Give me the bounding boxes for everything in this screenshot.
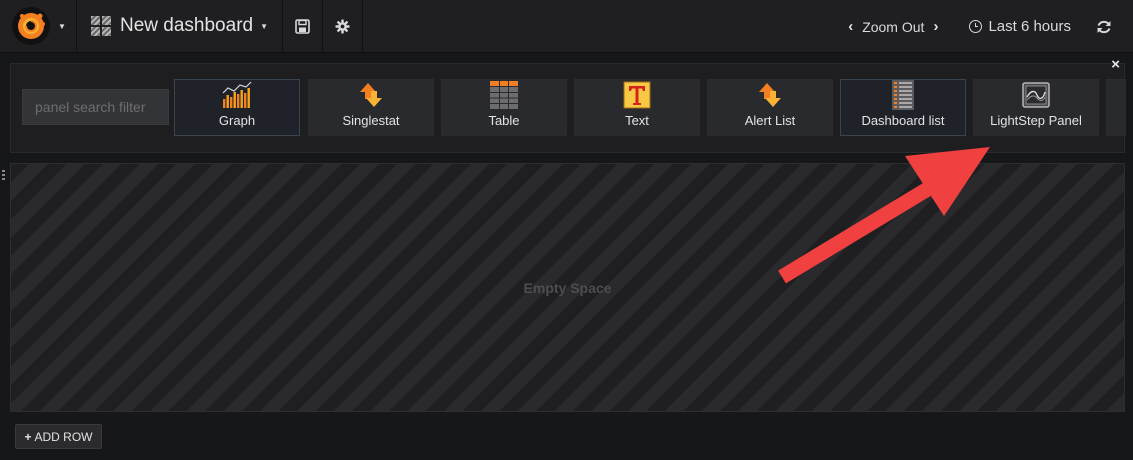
- singlestat-icon: [356, 81, 386, 109]
- panel-card-label: Dashboard list: [861, 113, 945, 128]
- panel-card-alert-list[interactable]: Alert List: [707, 79, 833, 136]
- lightstep-icon: [1021, 81, 1051, 109]
- panel-card-label: Text: [625, 113, 649, 128]
- dashboard-grid-icon: [91, 16, 111, 36]
- panel-card-label: LightStep Panel: [990, 113, 1082, 128]
- chevron-down-icon: ▼: [58, 21, 66, 31]
- panel-card-label: Alert List: [744, 113, 796, 128]
- panel-card-dashboard-list[interactable]: Dashboard list: [840, 79, 966, 136]
- refresh-icon: [1097, 20, 1111, 33]
- dashboard-list-icon: [888, 80, 918, 110]
- top-navbar: ▼ New dashboard ▼ ‹ Zoom Out › Last 6 ho…: [0, 0, 1133, 53]
- table-icon: [489, 81, 519, 109]
- panel-card-overflow[interactable]: [1106, 79, 1126, 136]
- panel-card-text[interactable]: Text: [574, 79, 700, 136]
- time-range-picker[interactable]: Last 6 hours: [969, 18, 1071, 35]
- plus-icon: +: [24, 429, 32, 444]
- gear-icon: [335, 18, 350, 34]
- panel-card-label: Singlestat: [342, 113, 400, 128]
- grafana-menu-button[interactable]: ▼: [0, 0, 77, 53]
- time-shift-forward-button[interactable]: ›: [924, 18, 947, 35]
- empty-row: Empty Space: [10, 163, 1125, 412]
- panel-card-graph[interactable]: Graph: [174, 79, 300, 136]
- refresh-button[interactable]: [1093, 16, 1115, 38]
- grafana-logo-icon: [12, 7, 50, 45]
- add-row-label: ADD ROW: [34, 429, 93, 444]
- panel-card-table[interactable]: Table: [441, 79, 567, 136]
- add-panel-picker: × panel search filter Graph Singlestat T…: [10, 56, 1126, 153]
- settings-button[interactable]: [323, 0, 364, 53]
- graph-icon: [222, 81, 252, 109]
- dashboard-title: New dashboard: [120, 15, 254, 36]
- dashboard-title-button[interactable]: New dashboard ▼: [77, 0, 284, 53]
- chevron-down-icon: ▼: [260, 21, 269, 31]
- panel-card-lightstep[interactable]: LightStep Panel: [973, 79, 1099, 136]
- clock-icon: [969, 20, 983, 33]
- text-icon: [622, 81, 652, 109]
- panel-card-label: Table: [488, 113, 520, 128]
- add-row-button[interactable]: + ADD ROW: [15, 424, 102, 449]
- row-drag-handle[interactable]: [2, 170, 5, 182]
- empty-space-label: Empty Space: [523, 279, 612, 296]
- time-shift-back-button[interactable]: ‹: [839, 18, 862, 35]
- panel-card-singlestat[interactable]: Singlestat: [308, 79, 434, 136]
- close-icon[interactable]: ×: [1111, 56, 1120, 73]
- alert-list-icon: [755, 81, 785, 109]
- time-range-label: Last 6 hours: [988, 18, 1071, 35]
- panel-card-label: Graph: [218, 113, 256, 128]
- save-icon: [295, 18, 310, 34]
- save-dashboard-button[interactable]: [283, 0, 324, 53]
- zoom-out-button[interactable]: Zoom Out: [862, 19, 924, 35]
- panel-search-input[interactable]: panel search filter: [22, 89, 169, 125]
